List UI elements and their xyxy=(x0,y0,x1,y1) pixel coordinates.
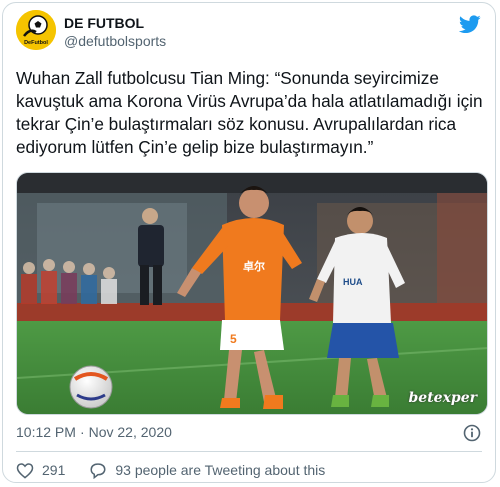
orange-jersey-text: 卓尔 xyxy=(243,259,265,273)
tweet-photo[interactable]: 卓尔 5 HUA betexper xyxy=(16,172,488,415)
timestamp[interactable]: 10:12 PM · Nov 22, 2020 xyxy=(16,424,172,440)
like-button[interactable]: 291 xyxy=(16,462,65,479)
user-handle[interactable]: @defutbolsports xyxy=(64,33,166,49)
orange-shorts-number: 5 xyxy=(230,332,237,346)
avatar[interactable]: DeFutbol xyxy=(16,10,56,50)
twitter-bird-icon[interactable] xyxy=(458,15,481,34)
info-icon[interactable] xyxy=(463,424,481,442)
tweet-time: 10:12 PM xyxy=(16,424,76,440)
white-jersey-text: HUA xyxy=(343,277,363,287)
timestamp-separator: · xyxy=(79,424,85,440)
watermark: betexper xyxy=(408,390,478,406)
tweet-text: Wuhan Zall futbolcusu Tian Ming: “Sonund… xyxy=(16,68,483,157)
heart-icon xyxy=(16,462,34,479)
avatar-logo-text: DeFutbol xyxy=(24,40,48,46)
soccer-ball-logo-icon: DeFutbol xyxy=(16,10,56,50)
display-name[interactable]: DE FUTBOL xyxy=(64,15,144,31)
tweet-date: Nov 22, 2020 xyxy=(88,424,172,440)
tweet-card[interactable]: DeFutbol DE FUTBOL @defutbolsports Wuhan… xyxy=(2,2,496,483)
tweeting-about-link[interactable]: 93 people are Tweeting about this xyxy=(89,462,325,479)
divider xyxy=(16,451,482,452)
tweeting-about-text: 93 people are Tweeting about this xyxy=(115,462,326,478)
like-count: 291 xyxy=(42,462,66,478)
action-bar: 291 93 people are Tweeting about this xyxy=(16,460,325,480)
soccer-ball xyxy=(69,365,113,409)
speech-bubble-icon xyxy=(90,462,106,479)
